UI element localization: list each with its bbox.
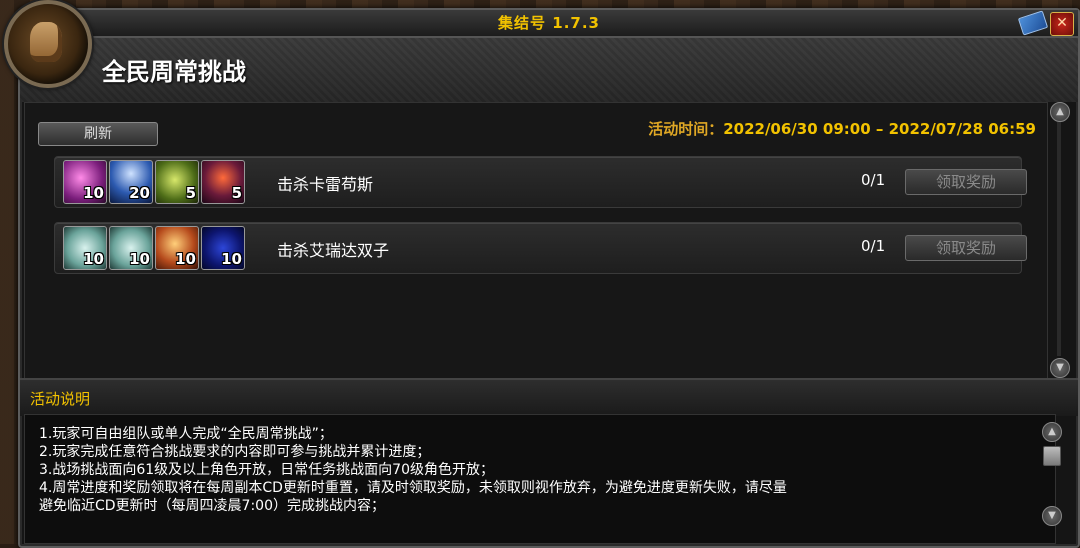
scroll-down-button[interactable]: ▼ — [1050, 358, 1070, 378]
reward-count: 10 — [83, 250, 104, 268]
claim-reward-button[interactable]: 领取奖励 — [905, 169, 1027, 195]
event-time-value: 2022/06/30 09:00 – 2022/07/28 06:59 — [723, 120, 1036, 138]
reward-count: 10 — [129, 250, 150, 268]
scroll-up-button[interactable]: ▲ — [1050, 102, 1070, 122]
demon-lord-icon[interactable]: 5 — [201, 160, 245, 204]
reward-count: 5 — [185, 184, 196, 202]
reward-list: 10 10 10 10 — [63, 226, 245, 270]
event-time: 活动时间：2022/06/30 09:00 – 2022/07/28 06:59 — [648, 118, 1036, 139]
page-header: 全民周常挑战 — [20, 38, 1078, 102]
description-scroll-thumb[interactable] — [1043, 446, 1061, 466]
challenge-name: 击杀艾瑞达双子 — [277, 241, 390, 260]
blue-tent-icon[interactable]: 20 — [109, 160, 153, 204]
purple-potion-icon[interactable]: 10 — [63, 160, 107, 204]
title-bar[interactable]: 集结号 1.7.3 ✕ — [20, 10, 1078, 38]
reward-list: 10 20 5 5 — [63, 160, 245, 204]
description-line: 2.玩家完成任意符合挑战要求的内容即可参与挑战并累计进度； — [39, 444, 431, 460]
mail-icon[interactable] — [1017, 10, 1049, 36]
fire-flask-icon[interactable]: 10 — [155, 226, 199, 270]
description-line: 避免临近CD更新时（每周四凌晨7:00）完成挑战内容； — [39, 498, 385, 514]
description-scroll-up-button[interactable]: ▲ — [1042, 422, 1062, 442]
challenge-window: 集结号 1.7.3 ✕ 全民周常挑战 刷新 活动时间：2022/06/30 09… — [18, 8, 1080, 548]
window-title: 集结号 1.7.3 — [498, 14, 600, 32]
claim-reward-button[interactable]: 领取奖励 — [905, 235, 1027, 261]
refresh-button[interactable]: 刷新 — [38, 122, 158, 146]
reward-count: 10 — [175, 250, 196, 268]
description-header: 活动说明 — [20, 378, 1078, 416]
challenge-progress: 0/1 — [861, 171, 886, 189]
challenge-row: 10 10 10 10 击杀艾瑞达双子 0/1 领取奖励 — [54, 222, 1027, 274]
description-line: 4.周常进度和奖励领取将在每周副本CD更新时重置，请及时领取奖励，未领取则视作放… — [39, 480, 787, 496]
page-title: 全民周常挑战 — [102, 58, 246, 86]
reward-count: 10 — [221, 250, 242, 268]
description-panel: 1.玩家可自由组队或单人完成“全民周常挑战”； 2.玩家完成任意符合挑战要求的内… — [24, 414, 1056, 544]
challenge-row: 10 20 5 5 击杀卡雷苟斯 0/1 领取奖励 — [54, 156, 1027, 208]
description-line: 3.战场挑战面向61级及以上角色开放，日常任务挑战面向70级角色开放； — [39, 462, 494, 478]
reward-count: 10 — [83, 184, 104, 202]
description-title: 活动说明 — [30, 390, 91, 408]
close-button[interactable]: ✕ — [1050, 12, 1074, 36]
event-time-label: 活动时间： — [648, 120, 724, 138]
scroll-icon[interactable]: 10 — [63, 226, 107, 270]
void-orb-icon[interactable]: 10 — [201, 226, 245, 270]
challenge-name: 击杀卡雷苟斯 — [277, 175, 374, 194]
description-scroll-down-button[interactable]: ▼ — [1042, 506, 1062, 526]
scroll-icon[interactable]: 10 — [109, 226, 153, 270]
scrollbar-track[interactable] — [1057, 122, 1061, 356]
challenge-progress: 0/1 — [861, 237, 886, 255]
description-line: 1.玩家可自由组队或单人完成“全民周常挑战”； — [39, 426, 333, 442]
reward-count: 5 — [231, 184, 242, 202]
portrait-icon — [4, 0, 92, 88]
reward-count: 20 — [129, 184, 150, 202]
green-goblin-icon[interactable]: 5 — [155, 160, 199, 204]
